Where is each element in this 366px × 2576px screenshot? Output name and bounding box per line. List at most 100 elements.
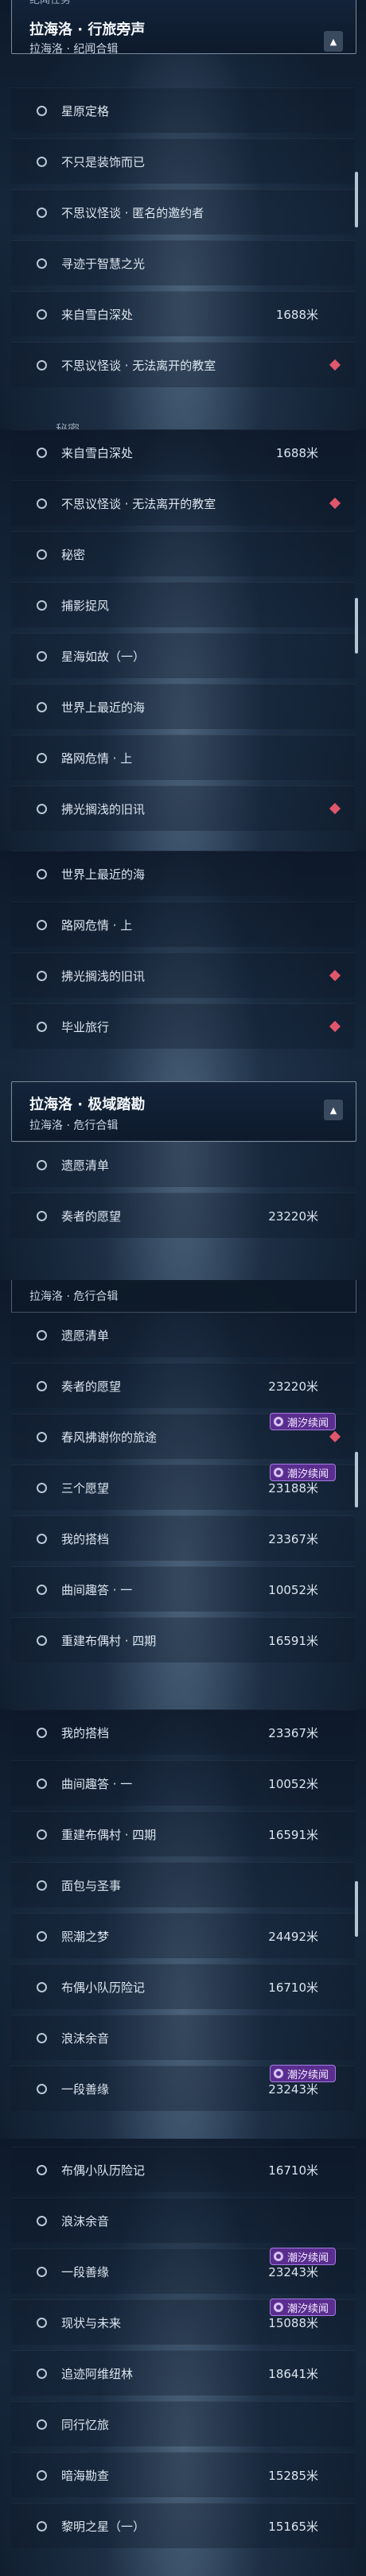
quest-title: 捕影捉风 bbox=[61, 598, 110, 613]
quest-status-circle-icon bbox=[37, 2469, 47, 2481]
quest-status-circle-icon bbox=[37, 1380, 47, 1391]
quest-title: 寻迹于智慧之光 bbox=[61, 256, 146, 271]
quest-distance: 23188米 bbox=[268, 1480, 318, 1496]
quest-row[interactable]: 追迹阿维纽林 18641米 bbox=[11, 2350, 355, 2396]
quest-title: 拂光搁浅的旧讯 bbox=[61, 968, 146, 983]
group-title: 拉海洛 · 极域踏勘 bbox=[29, 1096, 146, 1113]
screen-strip-2: 来自雪白深处 1688米不思议怪谈 · 无法离开的教室秘密捕影捉风星海如故（一） 世… bbox=[0, 429, 366, 851]
quest-row[interactable]: 曲间趣答 · 一 10052米 bbox=[11, 1760, 355, 1806]
quest-title: 三个愿望 bbox=[61, 1480, 110, 1496]
quest-distance: 18641米 bbox=[268, 2366, 318, 2381]
quest-row[interactable]: 面包与圣事 bbox=[11, 1862, 355, 1907]
quest-title: 星原定格 bbox=[61, 103, 110, 118]
quest-status-circle-icon bbox=[37, 599, 47, 611]
collapse-chevron-icon[interactable]: ▲ bbox=[324, 1100, 343, 1120]
quest-row[interactable]: 一段善缘 23243米 潮汐续闻 bbox=[11, 2065, 355, 2111]
quest-title: 不思议怪谈 · 无法离开的教室 bbox=[61, 358, 216, 373]
quest-row[interactable]: 熙潮之梦 24492米 bbox=[11, 1913, 355, 1958]
quest-status-circle-icon bbox=[37, 549, 47, 560]
quest-status-circle-icon bbox=[37, 2368, 47, 2379]
quest-status-circle-icon bbox=[37, 359, 47, 370]
badge-emblem-icon bbox=[273, 2069, 283, 2078]
screen-strip-1: 纪闻任务 拉海洛 · 行旅旁声 拉海洛 · 纪闻合辑 ▲ 星原定格不只是装饰而已… bbox=[0, 0, 366, 429]
quest-row[interactable]: 一段善缘 23243米 潮汐续闻 bbox=[11, 2248, 355, 2294]
quest-row[interactable]: 不思议怪谈 · 匿名的邀约者 bbox=[11, 189, 355, 235]
quest-row[interactable]: 我的搭档 23367米 bbox=[11, 1515, 355, 1561]
quest-title: 追迹阿维纽林 bbox=[61, 2366, 134, 2381]
quest-row[interactable]: 不思议怪谈 · 无法离开的教室 bbox=[11, 480, 355, 526]
group-header-jiyu[interactable]: 拉海洛 · 极域踏勘 拉海洛 · 危行合辑 ▲ bbox=[11, 1081, 356, 1142]
quest-row[interactable]: 浪沫余音 bbox=[11, 2198, 355, 2243]
group-header-xinglv[interactable]: 纪闻任务 拉海洛 · 行旅旁声 拉海洛 · 纪闻合辑 ▲ bbox=[11, 0, 356, 56]
screen-strip-3: 世界上最近的海路网危情 · 上拂光搁浅的旧讯 毕业旅行 拉海洛 · 极域踏勘 拉海… bbox=[0, 851, 366, 1280]
quest-row[interactable]: 不只是装饰而已 bbox=[11, 138, 355, 184]
tide-sequel-badge: 潮汐续闻 bbox=[269, 2248, 336, 2265]
quest-title: 同行忆旅 bbox=[61, 2417, 110, 2432]
quest-status-circle-icon bbox=[37, 498, 47, 509]
quest-title: 毕业旅行 bbox=[61, 1019, 110, 1034]
quest-row[interactable]: 世界上最近的海 bbox=[11, 851, 355, 896]
quest-row[interactable]: 秘密 bbox=[11, 531, 355, 576]
quest-row[interactable]: 曲间趣答 · 一 10052米 bbox=[11, 1566, 355, 1612]
group-subtitle: 拉海洛 · 纪闻合辑 bbox=[29, 43, 119, 56]
quest-title: 浪沫余音 bbox=[61, 2213, 110, 2229]
quest-row[interactable]: 拂光搁浅的旧讯 bbox=[11, 786, 355, 831]
quest-title: 熙潮之梦 bbox=[61, 1929, 110, 1944]
quest-row[interactable]: 遗愿清单 bbox=[11, 1142, 355, 1187]
quest-status-circle-icon bbox=[37, 1210, 47, 1221]
quest-row[interactable]: 布偶小队历险记 16710米 bbox=[11, 2147, 355, 2192]
quest-status-circle-icon bbox=[37, 803, 47, 814]
quest-status-circle-icon bbox=[37, 2266, 47, 2277]
quest-status-circle-icon bbox=[37, 1021, 47, 1032]
quest-row[interactable]: 路网危情 · 上 bbox=[11, 735, 355, 780]
quest-row[interactable]: 三个愿望 23188米 潮汐续闻 bbox=[11, 1464, 355, 1510]
quest-row[interactable]: 同行忆旅 bbox=[11, 2401, 355, 2446]
quest-status-circle-icon bbox=[37, 701, 47, 712]
screen-strip-4: 拉海洛 · 危行合辑 遗愿清单 奏者的愿望 23220米 春风拂谢你的旅途 潮汐续闻 三个… bbox=[0, 1280, 366, 1709]
badge-label: 潮汐续闻 bbox=[286, 2069, 329, 2081]
quest-row[interactable]: 世界上最近的海 bbox=[11, 684, 355, 729]
quest-status-circle-icon bbox=[37, 2317, 47, 2328]
quest-row[interactable]: 路网危情 · 上 bbox=[11, 902, 355, 947]
quest-row[interactable]: 春风拂谢你的旅途 潮汐续闻 bbox=[11, 1413, 355, 1459]
quest-row[interactable]: 遗愿清单 bbox=[11, 1312, 355, 1357]
quest-title: 世界上最近的海 bbox=[61, 867, 146, 882]
quest-row[interactable]: 寻迹于智慧之光 bbox=[11, 240, 355, 285]
quest-title: 一段善缘 bbox=[61, 2264, 110, 2279]
tide-sequel-badge: 潮汐续闻 bbox=[269, 1464, 336, 1481]
quest-row[interactable]: 不思议怪谈 · 无法离开的教室 bbox=[11, 342, 355, 387]
quest-status-circle-icon bbox=[37, 1635, 47, 1646]
quest-status-circle-icon bbox=[37, 1829, 47, 1840]
quest-row[interactable]: 重建布偶村 · 四期 16591米 bbox=[11, 1617, 355, 1662]
quest-row[interactable]: 布偶小队历险记 16710米 bbox=[11, 1964, 355, 2009]
quest-row[interactable]: 我的搭档 23367米 bbox=[11, 1709, 355, 1755]
quest-distance: 23367米 bbox=[268, 1531, 318, 1546]
quest-row[interactable]: 星海如故（一） bbox=[11, 633, 355, 678]
quest-row[interactable]: 重建布偶村 · 四期 16591米 bbox=[11, 1811, 355, 1856]
collapse-chevron-icon[interactable]: ▲ bbox=[324, 31, 343, 52]
quest-title: 不思议怪谈 · 无法离开的教室 bbox=[61, 496, 216, 511]
quest-row[interactable]: 捕影捉风 bbox=[11, 582, 355, 627]
quest-row[interactable]: 现状与未来 15088米 潮汐续闻 bbox=[11, 2299, 355, 2345]
quest-status-circle-icon bbox=[37, 868, 47, 879]
quest-row[interactable]: 毕业旅行 bbox=[11, 1003, 355, 1049]
quest-row[interactable]: 黎明之星（一） 15165米 bbox=[11, 2503, 355, 2548]
tracking-diamond-icon bbox=[329, 969, 341, 982]
quest-row[interactable]: 来自雪白深处 1688米 bbox=[11, 291, 355, 336]
group-title: 拉海洛 · 行旅旁声 bbox=[29, 21, 146, 38]
screen-strip-6: 布偶小队历险记 16710米浪沫余音一段善缘 23243米 潮汐续闻 现状与未来 1508… bbox=[0, 2139, 366, 2576]
quest-title: 来自雪白深处 bbox=[61, 445, 134, 460]
tide-sequel-badge: 潮汐续闻 bbox=[269, 2299, 336, 2316]
quest-row[interactable]: 拂光搁浅的旧讯 bbox=[11, 952, 355, 998]
quest-status-circle-icon bbox=[37, 105, 47, 116]
quest-title-partial: 秘密 bbox=[56, 422, 80, 429]
quest-distance: 15285米 bbox=[268, 2468, 318, 2483]
quest-title: 遗愿清单 bbox=[61, 1328, 110, 1343]
quest-row[interactable]: 奏者的愿望 23220米 bbox=[11, 1193, 355, 1238]
quest-row[interactable]: 暗海勘查 15285米 bbox=[11, 2452, 355, 2497]
quest-row[interactable]: 奏者的愿望 23220米 bbox=[11, 1363, 355, 1408]
quest-row[interactable]: 来自雪白深处 1688米 bbox=[11, 429, 355, 475]
quest-row[interactable]: 浪沫余音 bbox=[11, 2015, 355, 2060]
tracking-diamond-icon bbox=[329, 1020, 341, 1033]
quest-row[interactable]: 星原定格 bbox=[11, 87, 355, 133]
